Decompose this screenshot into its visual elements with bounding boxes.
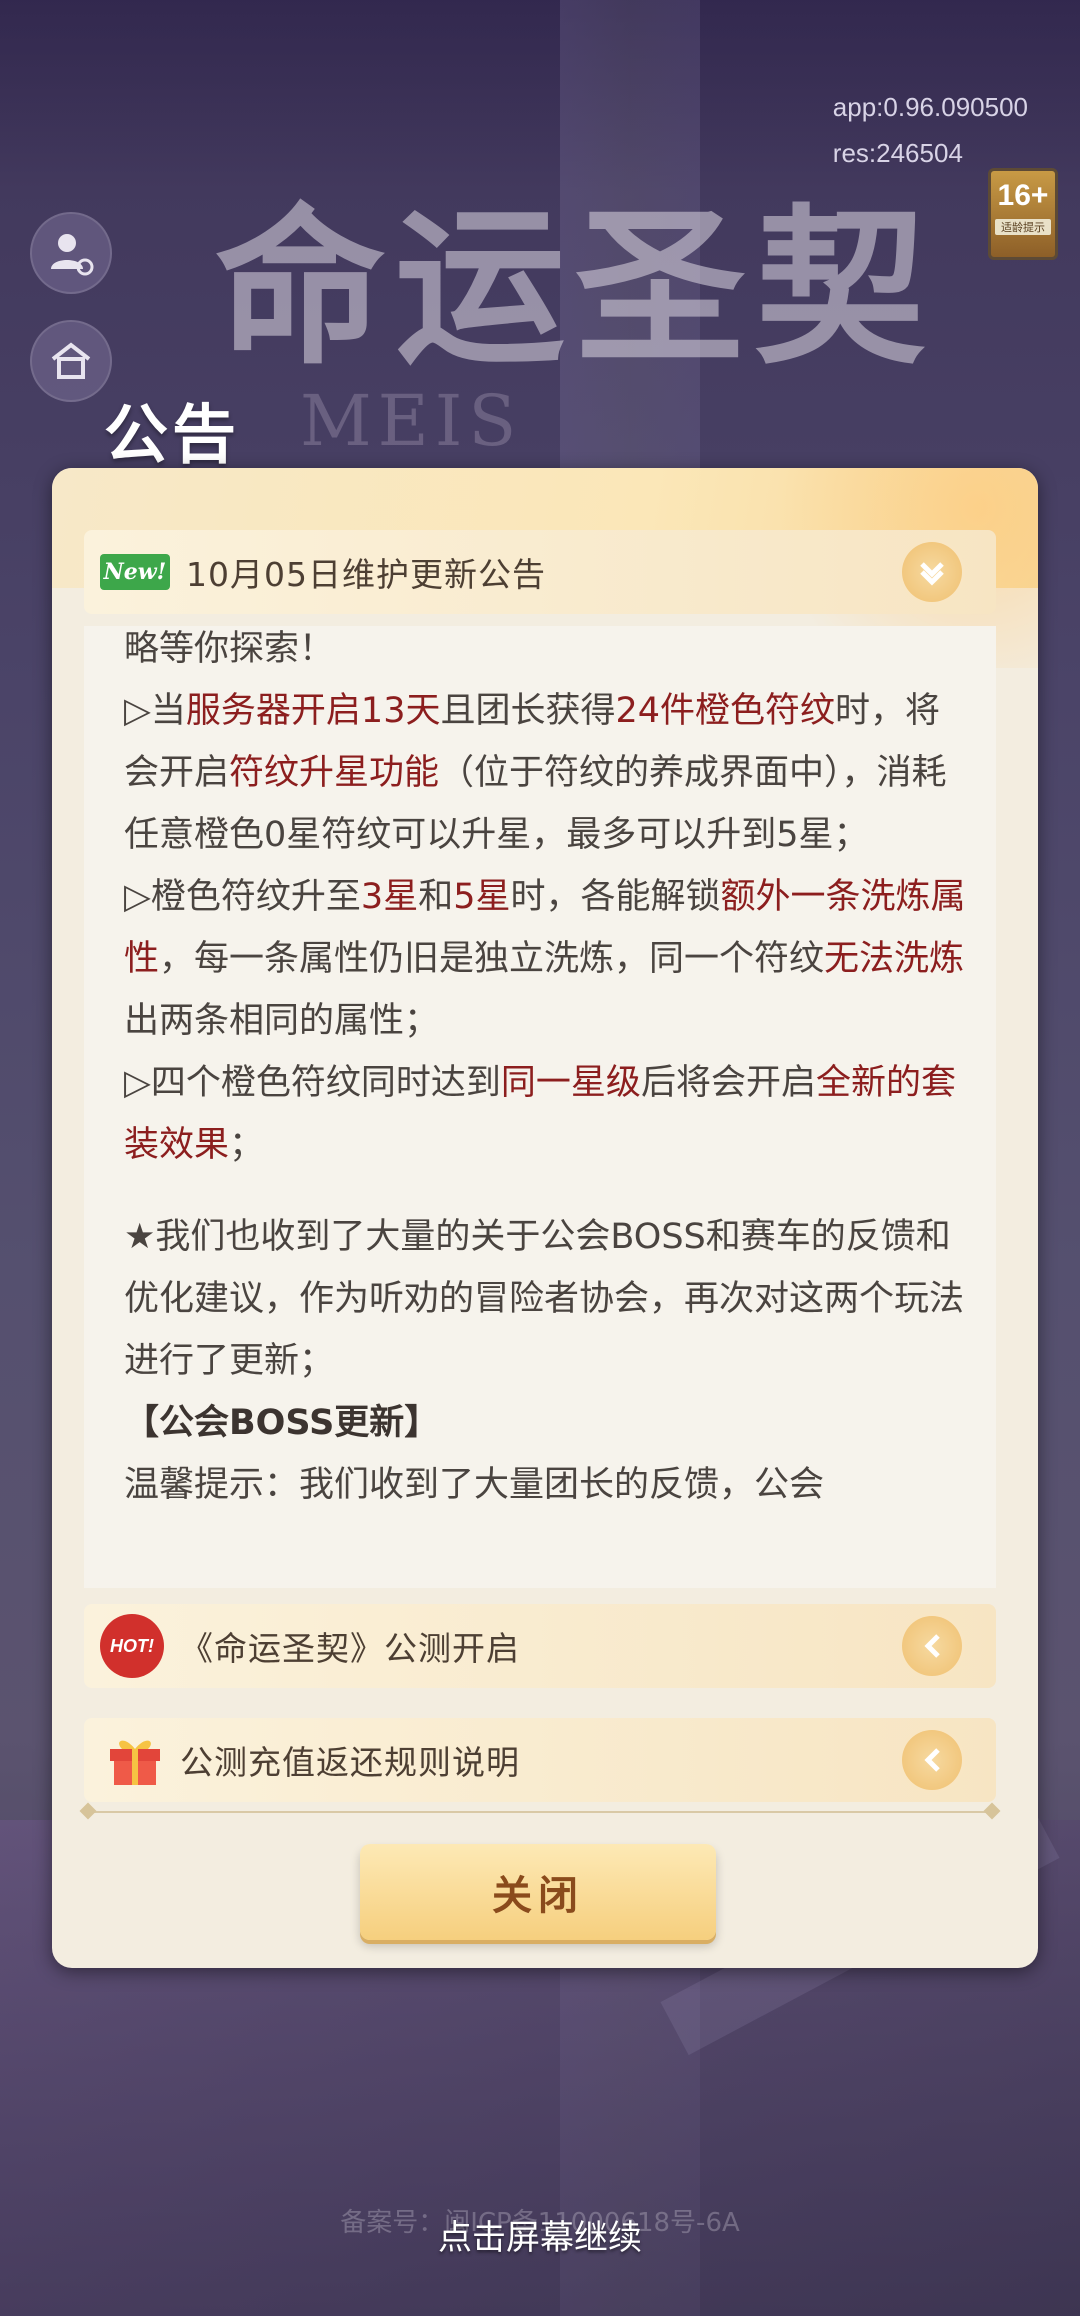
gift-icon	[110, 1740, 160, 1785]
collapse-button[interactable]	[902, 542, 962, 602]
home-icon	[51, 342, 91, 379]
content-paragraph: ▷当服务器开启13天且团长获得24件橙色符纹时，将会开启符纹升星功能（位于符纹的…	[124, 691, 947, 855]
notice-title: 公告	[104, 399, 240, 473]
notice-item-label: 10月05日维护更新公告	[186, 555, 546, 594]
content-gap	[124, 1176, 974, 1206]
age-rating-sub: 适龄提示	[995, 219, 1051, 235]
game-logo-sub: MEIS	[300, 380, 523, 462]
expand-button[interactable]	[902, 1730, 962, 1790]
content-paragraph: 温馨提示：我们收到了大量团长的反馈，公会	[124, 1465, 825, 1505]
chevron-left-icon	[924, 1748, 940, 1772]
divider	[84, 1811, 996, 1813]
notice-item-label: 公测充值返还规则说明	[180, 1743, 520, 1782]
close-button[interactable]: 关闭	[360, 1844, 716, 1940]
expand-button[interactable]	[902, 1616, 962, 1676]
notice-item-maintenance[interactable]: New! 10月05日维护更新公告	[84, 530, 996, 614]
notice-item-recharge-rules[interactable]: 公测充值返还规则说明	[84, 1718, 996, 1802]
user-settings-icon	[51, 234, 94, 276]
chevron-left-icon	[924, 1634, 940, 1658]
age-rating-badge[interactable]: 16+ 适龄提示	[988, 168, 1058, 260]
account-button[interactable]	[30, 212, 112, 294]
new-badge: New!	[100, 554, 170, 590]
content-paragraph: 略等你探索！	[124, 629, 335, 669]
app-version: app:0.96.090500	[832, 92, 1028, 122]
notice-item-open-beta[interactable]: HOT! 《命运圣契》公测开启	[84, 1604, 996, 1688]
content-paragraph: ▷四个橙色符纹同时达到同一星级后将会开启全新的套装效果；	[124, 1063, 956, 1165]
game-logo: 命运圣契	[215, 188, 936, 388]
notice-panel: New! 10月05日维护更新公告 略等你探索！ ▷当服务器开启13天且团长获得…	[52, 468, 1038, 1968]
chevron-down-icon	[920, 562, 944, 586]
content-heading: 【公会BOSS更新】	[124, 1403, 440, 1443]
version-info: app:0.96.090500 res:246504	[833, 84, 1028, 176]
notice-content[interactable]: 略等你探索！ ▷当服务器开启13天且团长获得24件橙色符纹时，将会开启符纹升星功…	[84, 626, 996, 1588]
content-paragraph: ▷橙色符纹升至3星和5星时，各能解锁额外一条洗炼属性，每一条属性仍旧是独立洗炼，…	[124, 877, 966, 1041]
home-button[interactable]	[30, 320, 112, 402]
hot-badge: HOT!	[100, 1614, 164, 1678]
content-paragraph: ★我们也收到了大量的关于公会BOSS和赛车的反馈和优化建议，作为听劝的冒险者协会…	[124, 1217, 965, 1381]
tap-to-continue[interactable]: 点击屏幕继续	[0, 2210, 1080, 2259]
age-rating-label: 16+	[997, 179, 1049, 212]
notice-item-label: 《命运圣契》公测开启	[180, 1629, 520, 1668]
